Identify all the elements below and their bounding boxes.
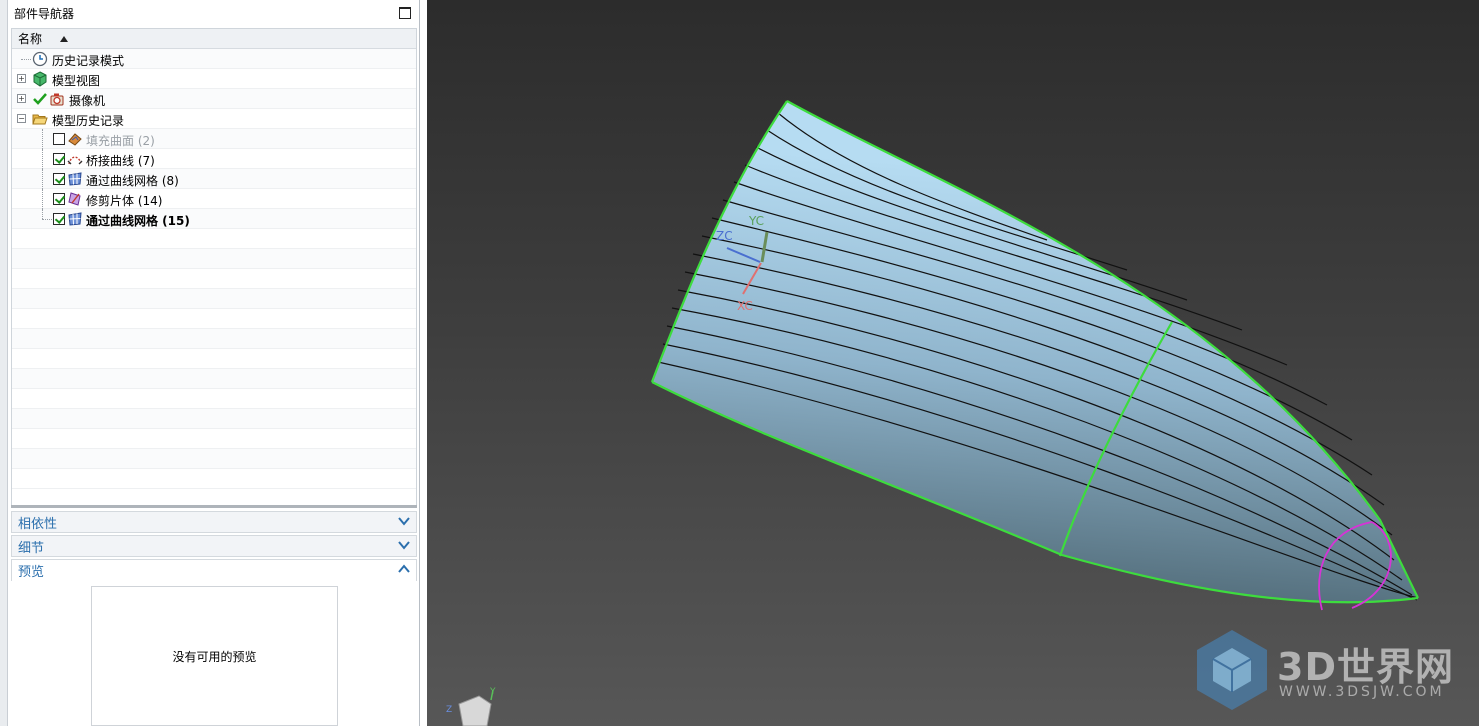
xc-label: XC bbox=[737, 299, 753, 313]
model-view-icon bbox=[32, 71, 48, 87]
name-column-header[interactable]: 名称 bbox=[12, 29, 416, 49]
tree-label: 修剪片体 (14) bbox=[86, 194, 163, 208]
feature-checkbox[interactable] bbox=[53, 193, 65, 205]
trim-sheet-icon bbox=[67, 191, 83, 207]
dependencies-section-header[interactable]: 相依性 bbox=[11, 511, 417, 533]
empty-row bbox=[12, 329, 416, 349]
folder-open-icon bbox=[32, 111, 48, 127]
tree-connector bbox=[42, 219, 52, 220]
empty-row bbox=[12, 309, 416, 329]
feature-checkbox[interactable] bbox=[53, 153, 65, 165]
triad-z-label: Z bbox=[446, 705, 452, 715]
tree-connector bbox=[42, 189, 43, 209]
yc-label: YC bbox=[748, 214, 764, 228]
section-title: 细节 bbox=[18, 540, 45, 556]
tree-label: 填充曲面 (2) bbox=[86, 134, 155, 148]
tree-connector bbox=[21, 59, 31, 60]
watermark-cube-logo bbox=[1197, 630, 1267, 710]
navigator-tree: 名称 历史记录模式 + 模型视图 + 摄像机 − 模型历史记录 填充曲面 (2)… bbox=[11, 28, 417, 506]
empty-row bbox=[12, 289, 416, 309]
curve-mesh-icon bbox=[67, 171, 83, 187]
viewport-canvas[interactable]: YC ZC XC Y Z bbox=[427, 0, 1479, 726]
chevron-down-icon[interactable] bbox=[398, 515, 410, 530]
preview-section-header[interactable]: 预览 bbox=[11, 559, 417, 581]
column-header-label: 名称 bbox=[18, 32, 43, 46]
empty-row bbox=[12, 269, 416, 289]
panel-splitter[interactable] bbox=[11, 505, 417, 508]
tree-connector bbox=[42, 209, 43, 219]
expand-icon[interactable]: + bbox=[17, 74, 26, 83]
navigator-title-bar: 部件导航器 bbox=[8, 0, 419, 26]
tree-connector bbox=[42, 129, 43, 149]
app-window: 部件导航器 名称 历史记录模式 + 模型视图 + 摄像机 − 模型历史记录 填充… bbox=[0, 0, 1479, 726]
watermark: 3D世界网 WWW.3DSJW.COM bbox=[1195, 628, 1465, 716]
maximize-icon[interactable] bbox=[399, 7, 411, 19]
feature-checkbox[interactable] bbox=[53, 173, 65, 185]
chevron-up-icon[interactable] bbox=[398, 563, 410, 578]
triad-y-label: Y bbox=[489, 687, 496, 697]
details-section-header[interactable]: 细节 bbox=[11, 535, 417, 557]
surface-body[interactable] bbox=[652, 101, 1418, 603]
empty-row bbox=[12, 409, 416, 429]
tree-row-curve-mesh-15[interactable]: 通过曲线网格 (15) bbox=[12, 209, 416, 229]
part-navigator-panel: 部件导航器 名称 历史记录模式 + 模型视图 + 摄像机 − 模型历史记录 填充… bbox=[8, 0, 420, 726]
sort-ascending-icon bbox=[60, 35, 69, 42]
clock-icon bbox=[32, 51, 48, 67]
preview-empty-text: 没有可用的预览 bbox=[172, 649, 257, 664]
empty-row bbox=[12, 429, 416, 449]
expand-icon[interactable]: + bbox=[17, 94, 26, 103]
feature-checkbox[interactable] bbox=[53, 213, 65, 225]
tree-row-model-views[interactable]: + 模型视图 bbox=[12, 69, 416, 89]
graphics-viewport[interactable]: YC ZC XC Y Z 3D世界网 WWW.3DSJW.COM bbox=[427, 0, 1479, 726]
tree-row-trim-sheet[interactable]: 修剪片体 (14) bbox=[12, 189, 416, 209]
bridge-curve-icon bbox=[67, 151, 83, 167]
empty-row bbox=[12, 249, 416, 269]
camera-icon bbox=[49, 91, 65, 107]
tree-label: 模型历史记录 bbox=[52, 114, 125, 128]
tree-row-fill-surface[interactable]: 填充曲面 (2) bbox=[12, 129, 416, 149]
tree-connector bbox=[42, 169, 43, 189]
tree-row-cameras[interactable]: + 摄像机 bbox=[12, 89, 416, 109]
left-resource-strip[interactable] bbox=[0, 0, 8, 726]
tree-label: 通过曲线网格 (8) bbox=[86, 174, 179, 188]
preview-area: 没有可用的预览 bbox=[91, 586, 338, 726]
tree-row-bridge-curve[interactable]: 桥接曲线 (7) bbox=[12, 149, 416, 169]
watermark-url: WWW.3DSJW.COM bbox=[1279, 684, 1445, 700]
collapse-icon[interactable]: − bbox=[17, 114, 26, 123]
checkmark-icon bbox=[32, 91, 48, 107]
curve-mesh-icon bbox=[67, 211, 83, 227]
empty-row bbox=[12, 389, 416, 409]
tree-row-curve-mesh-8[interactable]: 通过曲线网格 (8) bbox=[12, 169, 416, 189]
empty-row bbox=[12, 349, 416, 369]
fill-surface-icon bbox=[67, 131, 83, 147]
section-title: 预览 bbox=[18, 565, 45, 580]
navigator-title: 部件导航器 bbox=[14, 6, 75, 21]
tree-label: 通过曲线网格 (15) bbox=[86, 214, 190, 228]
tree-connector bbox=[42, 149, 43, 169]
tree-row-model-history[interactable]: − 模型历史记录 bbox=[12, 109, 416, 129]
tree-label: 桥接曲线 (7) bbox=[86, 154, 155, 168]
tree-row-history-mode[interactable]: 历史记录模式 bbox=[12, 49, 416, 69]
empty-row bbox=[12, 369, 416, 389]
tree-label: 历史记录模式 bbox=[52, 54, 125, 68]
view-triad[interactable]: Y Z bbox=[446, 687, 496, 726]
chevron-down-icon[interactable] bbox=[398, 539, 410, 554]
tree-label: 模型视图 bbox=[52, 74, 101, 88]
watermark-title: 3D世界网 bbox=[1277, 645, 1454, 689]
tree-label: 摄像机 bbox=[69, 94, 106, 108]
empty-row bbox=[12, 449, 416, 469]
empty-row bbox=[12, 229, 416, 249]
zc-label: ZC bbox=[716, 229, 733, 243]
section-title: 相依性 bbox=[18, 516, 58, 532]
empty-row bbox=[12, 469, 416, 489]
feature-checkbox[interactable] bbox=[53, 133, 65, 145]
